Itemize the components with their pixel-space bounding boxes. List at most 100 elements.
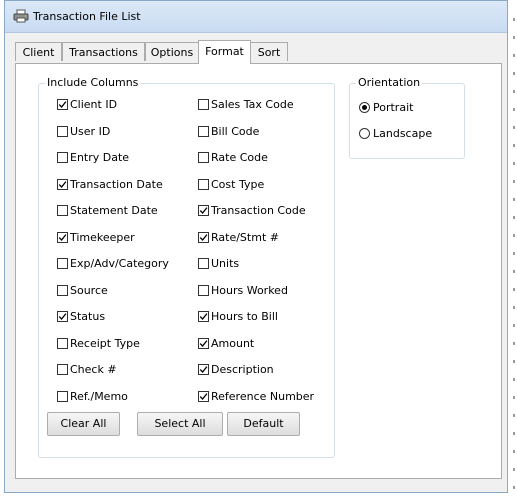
radio-selected-icon[interactable] xyxy=(359,101,370,113)
checkbox-sales-tax-code[interactable]: Sales Tax Code xyxy=(198,98,294,112)
checkbox-unchecked-icon[interactable] xyxy=(57,337,68,349)
checkbox-label: Amount xyxy=(211,337,255,350)
checkbox-checked-icon[interactable] xyxy=(57,178,68,190)
format-tab-panel: Include Columns Client ID User ID Entry Da… xyxy=(15,63,502,479)
radio-label: Portrait xyxy=(373,101,414,114)
checkbox-rate-code[interactable]: Rate Code xyxy=(198,151,268,165)
checkbox-checked-icon[interactable] xyxy=(198,204,209,216)
checkbox-unchecked-icon[interactable] xyxy=(198,178,209,190)
checkbox-checked-icon[interactable] xyxy=(198,310,209,322)
select-all-button[interactable]: Select All xyxy=(137,412,223,436)
checkbox-label: Rate/Stmt # xyxy=(211,231,279,244)
edge-mark xyxy=(513,396,515,399)
checkbox-unchecked-icon[interactable] xyxy=(198,284,209,296)
checkbox-description[interactable]: Description xyxy=(198,363,274,377)
checkbox-timekeeper[interactable]: Timekeeper xyxy=(57,231,135,245)
tab-sort[interactable]: Sort xyxy=(250,42,288,61)
radio-unselected-icon[interactable] xyxy=(359,127,370,139)
radio-dot xyxy=(362,104,367,110)
radio-label: Landscape xyxy=(373,127,433,140)
include-columns-legend: Include Columns xyxy=(45,76,141,89)
edge-mark xyxy=(513,36,515,39)
edge-mark xyxy=(513,432,515,435)
checkbox-unchecked-icon[interactable] xyxy=(57,204,68,216)
edge-mark xyxy=(513,324,515,327)
edge-mark xyxy=(513,306,515,309)
default-button[interactable]: Default xyxy=(227,412,300,436)
edge-mark xyxy=(513,126,515,129)
checkbox-hours-worked[interactable]: Hours Worked xyxy=(198,284,288,298)
checkbox-check[interactable]: Check # xyxy=(57,363,117,377)
checkbox-label: Transaction Date xyxy=(70,178,163,191)
checkbox-label: Cost Type xyxy=(211,178,265,191)
checkbox-unchecked-icon[interactable] xyxy=(198,125,209,137)
tab-client[interactable]: Client xyxy=(15,42,62,61)
edge-mark xyxy=(513,180,515,183)
checkbox-label: Source xyxy=(70,284,108,297)
printer-icon xyxy=(13,9,29,23)
checkbox-ref-memo[interactable]: Ref./Memo xyxy=(57,390,128,404)
checkbox-receipt-type[interactable]: Receipt Type xyxy=(57,337,140,351)
checkbox-unchecked-icon[interactable] xyxy=(198,98,209,110)
checkbox-units[interactable]: Units xyxy=(198,257,239,271)
checkbox-unchecked-icon[interactable] xyxy=(57,125,68,137)
checkbox-label: Units xyxy=(211,257,240,270)
checkbox-exp-adv-category[interactable]: Exp/Adv/Category xyxy=(57,257,169,271)
tab-options[interactable]: Options xyxy=(145,42,199,61)
checkbox-label: Hours Worked xyxy=(211,284,288,297)
checkbox-transaction-code[interactable]: Transaction Code xyxy=(198,204,306,218)
checkbox-transaction-date[interactable]: Transaction Date xyxy=(57,178,163,192)
checkbox-checked-icon[interactable] xyxy=(57,231,68,243)
edge-mark xyxy=(513,216,515,219)
checkbox-checked-icon[interactable] xyxy=(198,363,209,375)
clear-all-button[interactable]: Clear All xyxy=(47,412,120,436)
checkbox-client-id[interactable]: Client ID xyxy=(57,98,117,112)
checkbox-unchecked-icon[interactable] xyxy=(57,257,68,269)
checkbox-bill-code[interactable]: Bill Code xyxy=(198,125,259,139)
transaction-file-list-window: Transaction File List Client Transaction… xyxy=(4,0,508,493)
edge-mark xyxy=(513,144,515,147)
tab-transactions[interactable]: Transactions xyxy=(62,42,145,61)
edge-mark xyxy=(513,72,515,75)
edge-mark xyxy=(513,342,515,345)
radio-portrait[interactable]: Portrait xyxy=(359,101,413,115)
checkbox-label: Rate Code xyxy=(211,151,268,164)
edge-mark xyxy=(513,468,515,471)
checkbox-unchecked-icon[interactable] xyxy=(57,284,68,296)
checkbox-unchecked-icon[interactable] xyxy=(57,363,68,375)
checkbox-entry-date[interactable]: Entry Date xyxy=(57,151,129,165)
checkbox-user-id[interactable]: User ID xyxy=(57,125,110,139)
checkbox-unchecked-icon[interactable] xyxy=(198,257,209,269)
checkbox-checked-icon[interactable] xyxy=(57,310,68,322)
radio-landscape[interactable]: Landscape xyxy=(359,127,432,141)
checkbox-source[interactable]: Source xyxy=(57,284,108,298)
edge-mark xyxy=(513,288,515,291)
checkbox-label: Timekeeper xyxy=(70,231,135,244)
edge-mark xyxy=(513,18,515,21)
checkbox-hours-to-bill[interactable]: Hours to Bill xyxy=(198,310,278,324)
tab-format[interactable]: Format xyxy=(198,40,251,64)
checkbox-label: Reference Number xyxy=(211,390,315,403)
checkbox-amount[interactable]: Amount xyxy=(198,337,254,351)
checkbox-status[interactable]: Status xyxy=(57,310,105,324)
title-bar[interactable]: Transaction File List xyxy=(5,1,507,33)
checkbox-rate-stmt[interactable]: Rate/Stmt # xyxy=(198,231,279,245)
checkbox-checked-icon[interactable] xyxy=(198,337,209,349)
checkbox-label: Bill Code xyxy=(211,125,260,138)
checkbox-reference-number[interactable]: Reference Number xyxy=(198,390,314,404)
edge-mark xyxy=(513,234,515,237)
checkbox-unchecked-icon[interactable] xyxy=(57,390,68,402)
edge-mark xyxy=(513,252,515,255)
checkbox-checked-icon[interactable] xyxy=(57,98,68,110)
checkbox-checked-icon[interactable] xyxy=(198,390,209,402)
edge-mark xyxy=(513,54,515,57)
checkbox-cost-type[interactable]: Cost Type xyxy=(198,178,264,192)
checkbox-statement-date[interactable]: Statement Date xyxy=(57,204,158,218)
checkbox-label: Status xyxy=(70,310,106,323)
checkbox-checked-icon[interactable] xyxy=(198,231,209,243)
checkbox-unchecked-icon[interactable] xyxy=(57,151,68,163)
background-scrollbar-edge xyxy=(508,0,517,499)
edge-mark xyxy=(513,162,515,165)
checkbox-label: Transaction Code xyxy=(211,204,306,217)
checkbox-unchecked-icon[interactable] xyxy=(198,151,209,163)
